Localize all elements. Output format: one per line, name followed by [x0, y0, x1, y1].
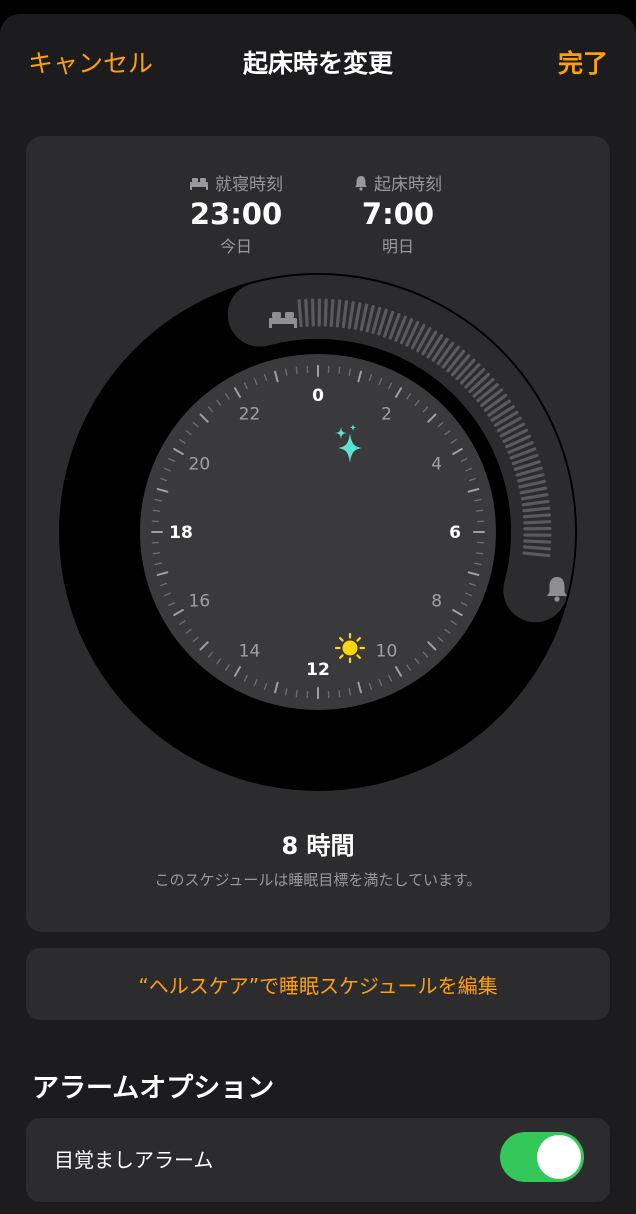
edit-in-health-button[interactable]: “ヘルスケア”で睡眠スケジュールを編集 — [26, 948, 610, 1020]
clock-hour-label: 16 — [189, 592, 211, 612]
clock-hour-label: 22 — [239, 404, 261, 424]
sleep-arc-stripe — [313, 300, 314, 325]
modal-sheet: キャンセル 起床時を変更 完了 就寝時刻 23:00 今日 — [0, 14, 636, 1214]
clock-hour-label: 14 — [239, 642, 261, 662]
sleep-duration: 8 時間 — [26, 826, 610, 861]
clock-face — [140, 354, 496, 710]
sleep-arc-stripe — [524, 515, 549, 517]
schedule-card: 就寝時刻 23:00 今日 起床時刻 7:00 明日 0 2 4 6 8 10 12 14 16… — [26, 136, 610, 932]
clock-hour-label: 8 — [431, 592, 442, 612]
clock-hour-label: 10 — [376, 642, 398, 662]
alarm-section-title: アラームオプション — [32, 1066, 274, 1105]
clock-tick — [339, 691, 340, 697]
clock-tick — [477, 553, 483, 554]
wake-alarm-toggle[interactable] — [500, 1132, 584, 1182]
wake-value: 7:00 — [318, 197, 478, 231]
clock-tick — [296, 367, 297, 373]
clock-hour-label: 12 — [306, 660, 330, 680]
sleep-clock-dial[interactable]: 0 2 4 6 8 10 12 14 16 18 20 22 — [58, 272, 578, 792]
toggle-knob — [537, 1135, 581, 1179]
nav-bar: キャンセル 起床時を変更 完了 — [0, 14, 636, 110]
sleep-summary: 8 時間 このスケジュールは睡眠目標を満たしています。 — [26, 826, 610, 890]
done-button[interactable]: 完了 — [558, 44, 608, 80]
clock-tick — [296, 691, 297, 697]
clock-hour-label: 4 — [431, 455, 442, 475]
sleep-arc-stripe — [525, 522, 550, 523]
clock-hour-label: 2 — [381, 404, 392, 424]
sleep-arc-stripe — [331, 300, 333, 325]
bedtime-day: 今日 — [156, 233, 316, 257]
wake-day: 明日 — [318, 233, 478, 257]
clock-hour-label: 6 — [449, 523, 461, 543]
bedtime-label: 就寝時刻 — [215, 170, 283, 195]
clock-tick — [153, 553, 159, 554]
bed-icon — [189, 176, 209, 190]
wake-label: 起床時刻 — [374, 170, 442, 195]
bedtime-value: 23:00 — [156, 197, 316, 231]
clock-hour-label: 18 — [169, 523, 193, 543]
sleep-arc-stripe — [524, 547, 549, 549]
page-title: 起床時を変更 — [0, 44, 636, 80]
clock-tick — [339, 367, 340, 373]
clock-hour-label: 20 — [189, 455, 211, 475]
clock-tick — [153, 510, 159, 511]
sleep-arc-stripe — [325, 300, 326, 325]
wake-alarm-row: 目覚ましアラーム — [26, 1118, 610, 1202]
clock-tick — [477, 510, 483, 511]
wake-alarm-label: 目覚ましアラーム — [54, 1144, 213, 1173]
clock-hour-label: 0 — [312, 386, 324, 406]
bell-icon — [354, 175, 368, 191]
sleep-arc-stripe — [306, 300, 307, 325]
bedtime-summary: 就寝時刻 23:00 今日 — [156, 170, 316, 257]
sleep-goal-message: このスケジュールは睡眠目標を満たしています。 — [26, 869, 610, 890]
sleep-arc-stripe — [299, 301, 301, 326]
wake-summary: 起床時刻 7:00 明日 — [318, 170, 478, 257]
sleep-arc-stripe — [525, 541, 550, 542]
